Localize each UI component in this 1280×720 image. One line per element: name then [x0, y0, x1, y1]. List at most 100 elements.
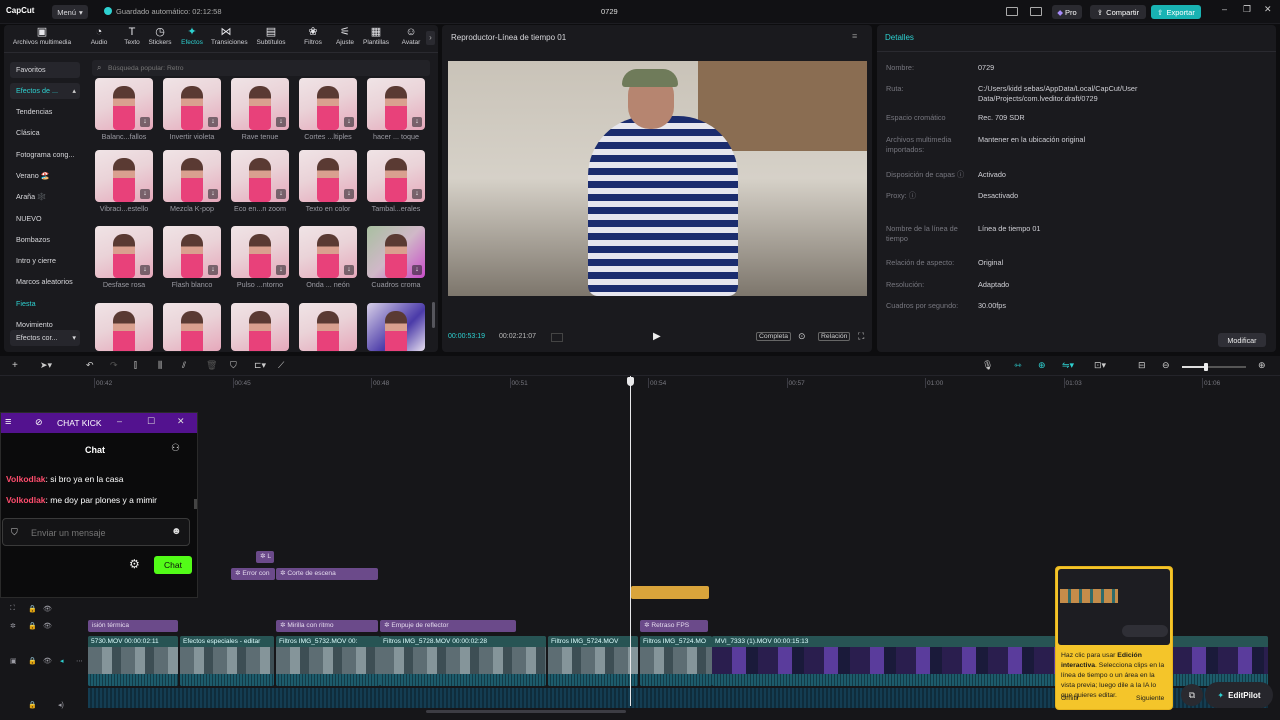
tab-transiciones[interactable]: ⋈ Transiciones	[211, 26, 248, 50]
play-button[interactable]: ▶	[653, 331, 661, 342]
track-volume-icon[interactable]: ◂)	[58, 701, 64, 709]
fx-clip-rhythm[interactable]: ✲ Mirilla con ritmo	[276, 620, 378, 632]
download-icon[interactable]: ↓	[412, 117, 422, 127]
track-audio-icon[interactable]: ◂	[60, 657, 64, 665]
caption-icon[interactable]: ⊟	[1138, 360, 1146, 371]
player-menu-icon[interactable]: ≡	[852, 31, 857, 41]
chat-scrollbar[interactable]	[194, 499, 197, 509]
download-icon[interactable]: ↓	[208, 265, 218, 275]
download-icon[interactable]: ↓	[140, 265, 150, 275]
sidebar-item[interactable]: Tendencias	[10, 104, 80, 120]
effects-search[interactable]: ⌕	[92, 60, 430, 76]
tooltip-skip-button[interactable]: Omitir	[1061, 695, 1079, 702]
sidebar-effects-dropdown[interactable]: Efectos cor... ▾	[10, 330, 80, 346]
track-eye-icon[interactable]: 👁	[43, 605, 52, 613]
track-eye-icon[interactable]: 👁	[43, 657, 52, 665]
track-lock-icon[interactable]: 🔒	[28, 701, 37, 709]
split-icon[interactable]: ⫿	[134, 360, 137, 371]
add-icon[interactable]: +	[12, 360, 18, 371]
select-tool-icon[interactable]: ➤▾	[40, 360, 52, 371]
editpilot-toggle-icon[interactable]: ⧉	[1181, 684, 1203, 706]
track-lock-icon[interactable]: 🔒	[28, 622, 37, 630]
search-input[interactable]	[108, 62, 408, 74]
hamburger-icon[interactable]: ≡	[5, 416, 11, 428]
effect-thumbnail[interactable]: ↓	[163, 78, 221, 130]
track-more-icon[interactable]: ⋯	[76, 657, 83, 665]
tab-audio[interactable]: ◔ Audio	[84, 26, 114, 50]
track-lock-icon[interactable]: 🔒	[28, 605, 37, 613]
effect-thumbnail[interactable]: ↓	[231, 150, 289, 202]
track-eye-icon[interactable]: 👁	[43, 622, 52, 630]
preview-axis-icon[interactable]: ⊡▾	[1094, 360, 1106, 371]
fullscreen-icon[interactable]: ⛶	[858, 331, 864, 342]
zoom-slider-handle[interactable]	[1204, 363, 1208, 371]
pro-button[interactable]: ◆ Pro	[1052, 5, 1082, 19]
tab-ajuste[interactable]: ⚟ Ajuste	[330, 26, 360, 50]
chat-close-icon[interactable]: ✕	[177, 416, 185, 427]
tab-stickers[interactable]: ◷ Stickers	[145, 26, 175, 50]
playhead[interactable]	[630, 376, 631, 706]
chat-input-box[interactable]: ⛉ ☻	[2, 518, 190, 546]
tab-avatar[interactable]: ☺ Avatar	[396, 26, 426, 50]
track-lock-icon[interactable]: 🔒	[28, 657, 37, 665]
split-left-icon[interactable]: ⫼	[158, 360, 162, 371]
video-clip[interactable]: 5730.MOV 00:00:02:11	[88, 636, 178, 686]
freeze-icon[interactable]: ⊏▾	[254, 360, 266, 371]
microphone-icon[interactable]: 🎙	[982, 360, 993, 371]
toolbar-scroll-right[interactable]: ›	[426, 31, 435, 45]
chat-username[interactable]: Volkodlak	[6, 495, 46, 505]
tab-filtros[interactable]: ❀ Filtros	[298, 26, 328, 50]
sidebar-item[interactable]: Araña 🕸️	[10, 189, 80, 205]
video-preview[interactable]	[448, 61, 867, 296]
download-icon[interactable]: ↓	[140, 117, 150, 127]
download-icon[interactable]: ↓	[208, 189, 218, 199]
effect-thumbnail[interactable]	[163, 303, 221, 351]
effects-scrollbar[interactable]	[432, 302, 435, 328]
effect-thumbnail[interactable]	[367, 303, 425, 351]
video-clip[interactable]: Filtros IMG_5724.MO	[640, 636, 712, 686]
effect-thumbnail[interactable]: ↓	[299, 150, 357, 202]
download-icon[interactable]: ↓	[344, 189, 354, 199]
effect-thumbnail[interactable]: ↓	[367, 78, 425, 130]
redo-icon[interactable]: ↷	[110, 360, 118, 371]
editpilot-button[interactable]: ✦ EditPilot	[1205, 682, 1273, 708]
effect-thumbnail[interactable]	[95, 303, 153, 351]
fx-clip-fps-delay[interactable]: ✲ Retraso FPS	[640, 620, 708, 632]
tab-subtítulos[interactable]: ▤ Subtítulos	[256, 26, 286, 50]
download-icon[interactable]: ↓	[276, 189, 286, 199]
modify-button[interactable]: Modificar	[1218, 333, 1266, 347]
sidebar-item[interactable]: Verano 🏖️	[10, 168, 80, 184]
download-icon[interactable]: ↓	[276, 117, 286, 127]
maximize-icon[interactable]: ❐	[1243, 4, 1251, 15]
chat-message-input[interactable]	[31, 526, 161, 540]
user-settings-icon[interactable]: ⚇	[171, 443, 180, 454]
minimize-icon[interactable]: –	[1222, 4, 1227, 14]
sidebar-item[interactable]: Fotograma cong...	[10, 147, 80, 163]
video-clip[interactable]: Filtros IMG_5728.MOV 00:00:02:28	[380, 636, 546, 686]
timecode-grid-icon[interactable]	[551, 333, 563, 342]
download-icon[interactable]: ↓	[276, 265, 286, 275]
download-icon[interactable]: ↓	[344, 265, 354, 275]
emoji-icon[interactable]: ☻	[171, 526, 182, 537]
effect-thumbnail[interactable]: ↓	[299, 78, 357, 130]
sidebar-effects-group[interactable]: Efectos de ... ▴	[10, 83, 80, 99]
undo-icon[interactable]: ↶	[86, 360, 94, 371]
download-icon[interactable]: ↓	[208, 117, 218, 127]
shield-icon[interactable]: ⛉	[230, 360, 237, 371]
download-icon[interactable]: ↓	[140, 189, 150, 199]
download-icon[interactable]: ↓	[344, 117, 354, 127]
effect-thumbnail[interactable]: ↓	[299, 226, 357, 278]
tab-texto[interactable]: T Texto	[117, 26, 147, 50]
chat-send-button[interactable]: Chat	[154, 556, 192, 574]
delete-icon[interactable]: 🗑	[206, 360, 217, 371]
tooltip-next-button[interactable]: Siguiente	[1136, 695, 1164, 702]
video-clip[interactable]: Filtros IMG_5732.MOV 00:	[276, 636, 380, 686]
effect-thumbnail[interactable]: ↓	[163, 226, 221, 278]
playhead-handle[interactable]	[627, 377, 634, 386]
effect-thumbnail[interactable]: ↓	[95, 150, 153, 202]
effect-thumbnail[interactable]: ↓	[95, 78, 153, 130]
chat-username[interactable]: Volkodlak	[6, 474, 46, 484]
video-clip[interactable]: MVI_7333 (1).MOV 00:00:15:13	[712, 636, 1268, 686]
tab-archivos-multimedia[interactable]: ▣ Archivos multimedia	[10, 26, 74, 50]
layout-icon[interactable]	[1006, 7, 1018, 16]
